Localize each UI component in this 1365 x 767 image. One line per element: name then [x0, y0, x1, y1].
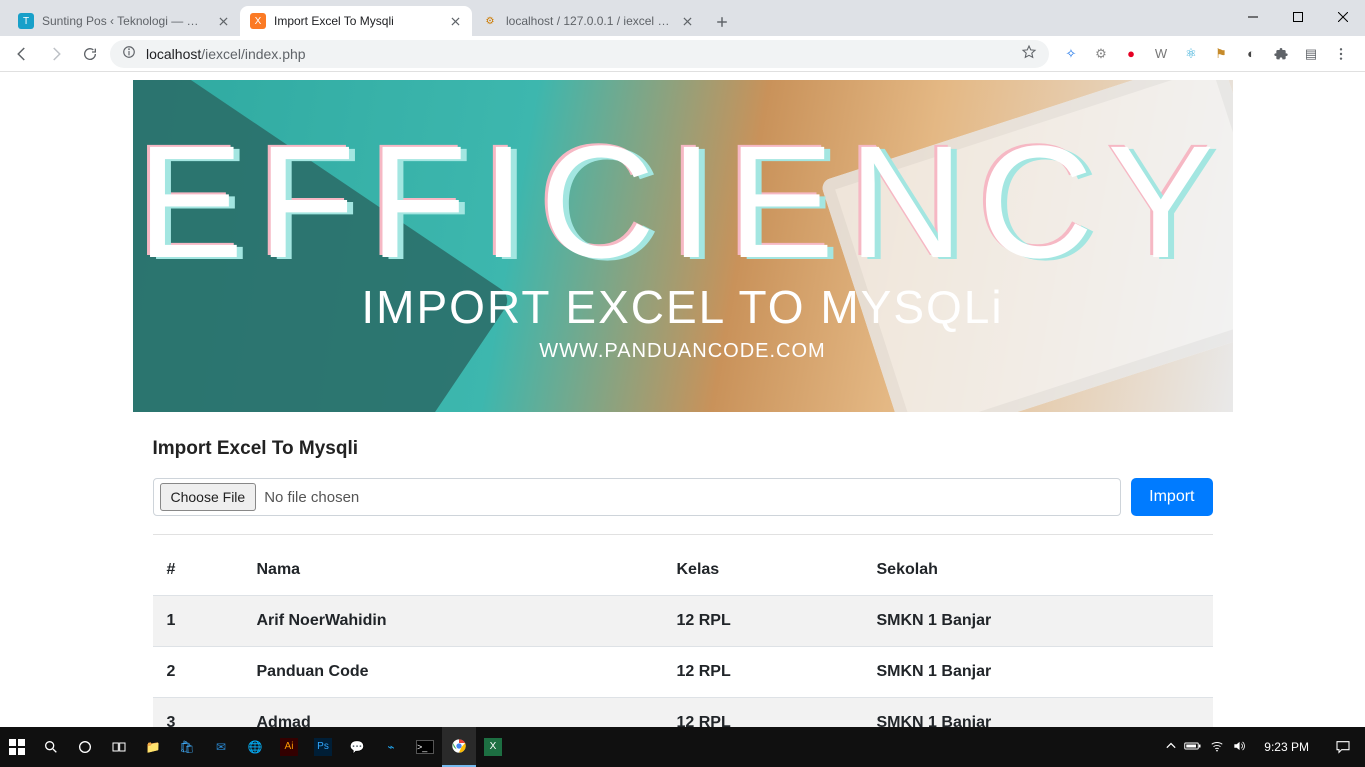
taskbar-app-whatsapp[interactable]: 💬: [340, 727, 374, 767]
ext-icon-4[interactable]: W: [1151, 44, 1171, 64]
data-table: # Nama Kelas Sekolah 1 Arif NoerWahidin …: [153, 545, 1213, 727]
cell: 1: [153, 596, 243, 647]
taskbar-app-photoshop[interactable]: Ps: [306, 727, 340, 767]
cell: Panduan Code: [243, 647, 663, 698]
cortana-button[interactable]: [68, 727, 102, 767]
cell: 12 RPL: [663, 647, 863, 698]
url-text: localhost/iexcel/index.php: [146, 46, 306, 62]
action-center-button[interactable]: [1327, 727, 1359, 767]
cell: 12 RPL: [663, 596, 863, 647]
hero-url: WWW.PANDUANCODE.COM: [539, 340, 825, 363]
ext-icon-6[interactable]: ⚑: [1211, 44, 1231, 64]
cell: SMKN 1 Banjar: [863, 596, 1213, 647]
taskbar-app-explorer[interactable]: 📁: [136, 727, 170, 767]
tabstrip: T Sunting Pos ‹ Teknologi — WordP X Impo…: [0, 0, 1365, 36]
browser-toolbar: localhost/iexcel/index.php ✧ ⚙ ● W ⚛ ⚑ ◐…: [0, 36, 1365, 72]
taskbar-app-cmd[interactable]: >_: [408, 727, 442, 767]
cell: 2: [153, 647, 243, 698]
new-tab-button[interactable]: [708, 8, 736, 36]
tray-chevron-up-icon[interactable]: [1166, 740, 1176, 754]
table-row: 2 Panduan Code 12 RPL SMKN 1 Banjar: [153, 647, 1213, 698]
tab-wordpress[interactable]: T Sunting Pos ‹ Teknologi — WordP: [8, 6, 240, 36]
close-icon[interactable]: [216, 14, 230, 28]
tab-title: Import Excel To Mysqli: [274, 14, 440, 28]
taskbar-app-mail[interactable]: ✉: [204, 727, 238, 767]
ext-icon-1[interactable]: ✧: [1061, 44, 1081, 64]
cell: Admad: [243, 698, 663, 728]
extensions-puzzle-icon[interactable]: [1271, 44, 1291, 64]
ext-icon-9[interactable]: ▤: [1301, 44, 1321, 64]
table-row: 1 Arif NoerWahidin 12 RPL SMKN 1 Banjar: [153, 596, 1213, 647]
window-close-button[interactable]: [1320, 2, 1365, 32]
windows-taskbar: 📁 🛍 ✉ 🌐 Ai Ps 💬 ⌁ >_ X 9: [0, 727, 1365, 767]
tray-battery-icon[interactable]: [1184, 740, 1202, 755]
cell: SMKN 1 Banjar: [863, 698, 1213, 728]
divider: [153, 534, 1213, 535]
window-minimize-button[interactable]: [1230, 2, 1275, 32]
table-header-row: # Nama Kelas Sekolah: [153, 545, 1213, 596]
site-info-icon[interactable]: [122, 45, 136, 62]
ext-icon-2[interactable]: ⚙: [1091, 44, 1111, 64]
cell: 12 RPL: [663, 698, 863, 728]
tab-import-excel[interactable]: X Import Excel To Mysqli: [240, 6, 472, 36]
col-nama: Nama: [243, 545, 663, 596]
chrome-menu-icon[interactable]: [1331, 44, 1351, 64]
col-kelas: Kelas: [663, 545, 863, 596]
ext-icon-pinterest[interactable]: ●: [1121, 44, 1141, 64]
taskbar-app-vscode[interactable]: ⌁: [374, 727, 408, 767]
favicon-xampp: X: [250, 13, 266, 29]
taskbar-app-store[interactable]: 🛍: [170, 727, 204, 767]
tray-volume-icon[interactable]: [1232, 739, 1246, 756]
file-status-text: No file chosen: [264, 489, 359, 506]
cell: 3: [153, 698, 243, 728]
task-view-button[interactable]: [102, 727, 136, 767]
taskbar-app-chrome[interactable]: [442, 727, 476, 767]
file-input[interactable]: Choose File No file chosen: [153, 478, 1122, 516]
col-hash: #: [153, 545, 243, 596]
tab-phpmyadmin[interactable]: ⚙ localhost / 127.0.0.1 / iexcel / dat: [472, 6, 704, 36]
taskbar-clock[interactable]: 9:23 PM: [1256, 741, 1317, 753]
choose-file-button[interactable]: Choose File: [160, 483, 257, 511]
window-maximize-button[interactable]: [1275, 2, 1320, 32]
tab-title: Sunting Pos ‹ Teknologi — WordP: [42, 14, 208, 28]
extension-icons: ✧ ⚙ ● W ⚛ ⚑ ◐ ▤: [1055, 44, 1357, 64]
taskbar-app-edge[interactable]: 🌐: [238, 727, 272, 767]
taskbar-app-illustrator[interactable]: Ai: [272, 727, 306, 767]
col-sekolah: Sekolah: [863, 545, 1213, 596]
favicon-phpmyadmin: ⚙: [482, 13, 498, 29]
search-button[interactable]: [34, 727, 68, 767]
ext-icon-5[interactable]: ⚛: [1181, 44, 1201, 64]
forward-button[interactable]: [42, 40, 70, 68]
table-row: 3 Admad 12 RPL SMKN 1 Banjar: [153, 698, 1213, 728]
page-viewport[interactable]: EFFICIENCY IMPORT EXCEL TO MYSQLi WWW.PA…: [0, 72, 1365, 727]
taskbar-time-text: 9:23 PM: [1264, 741, 1309, 753]
hero-subtitle: IMPORT EXCEL TO MYSQLi: [361, 280, 1003, 334]
close-icon[interactable]: [680, 14, 694, 28]
ext-icon-7[interactable]: ◐: [1241, 44, 1261, 64]
taskbar-app-excel[interactable]: X: [476, 727, 510, 767]
tab-title: localhost / 127.0.0.1 / iexcel / dat: [506, 14, 672, 28]
hero-title: EFFICIENCY: [137, 130, 1228, 274]
bookmark-star-icon[interactable]: [1021, 44, 1037, 63]
start-button[interactable]: [0, 727, 34, 767]
import-button[interactable]: Import: [1131, 478, 1212, 516]
cell: SMKN 1 Banjar: [863, 647, 1213, 698]
hero-banner: EFFICIENCY IMPORT EXCEL TO MYSQLi WWW.PA…: [133, 80, 1233, 412]
tray-wifi-icon[interactable]: [1210, 739, 1224, 756]
address-bar[interactable]: localhost/iexcel/index.php: [110, 40, 1049, 68]
back-button[interactable]: [8, 40, 36, 68]
favicon-wordpress: T: [18, 13, 34, 29]
reload-button[interactable]: [76, 40, 104, 68]
page-heading: Import Excel To Mysqli: [153, 438, 1213, 460]
cell: Arif NoerWahidin: [243, 596, 663, 647]
close-icon[interactable]: [448, 14, 462, 28]
